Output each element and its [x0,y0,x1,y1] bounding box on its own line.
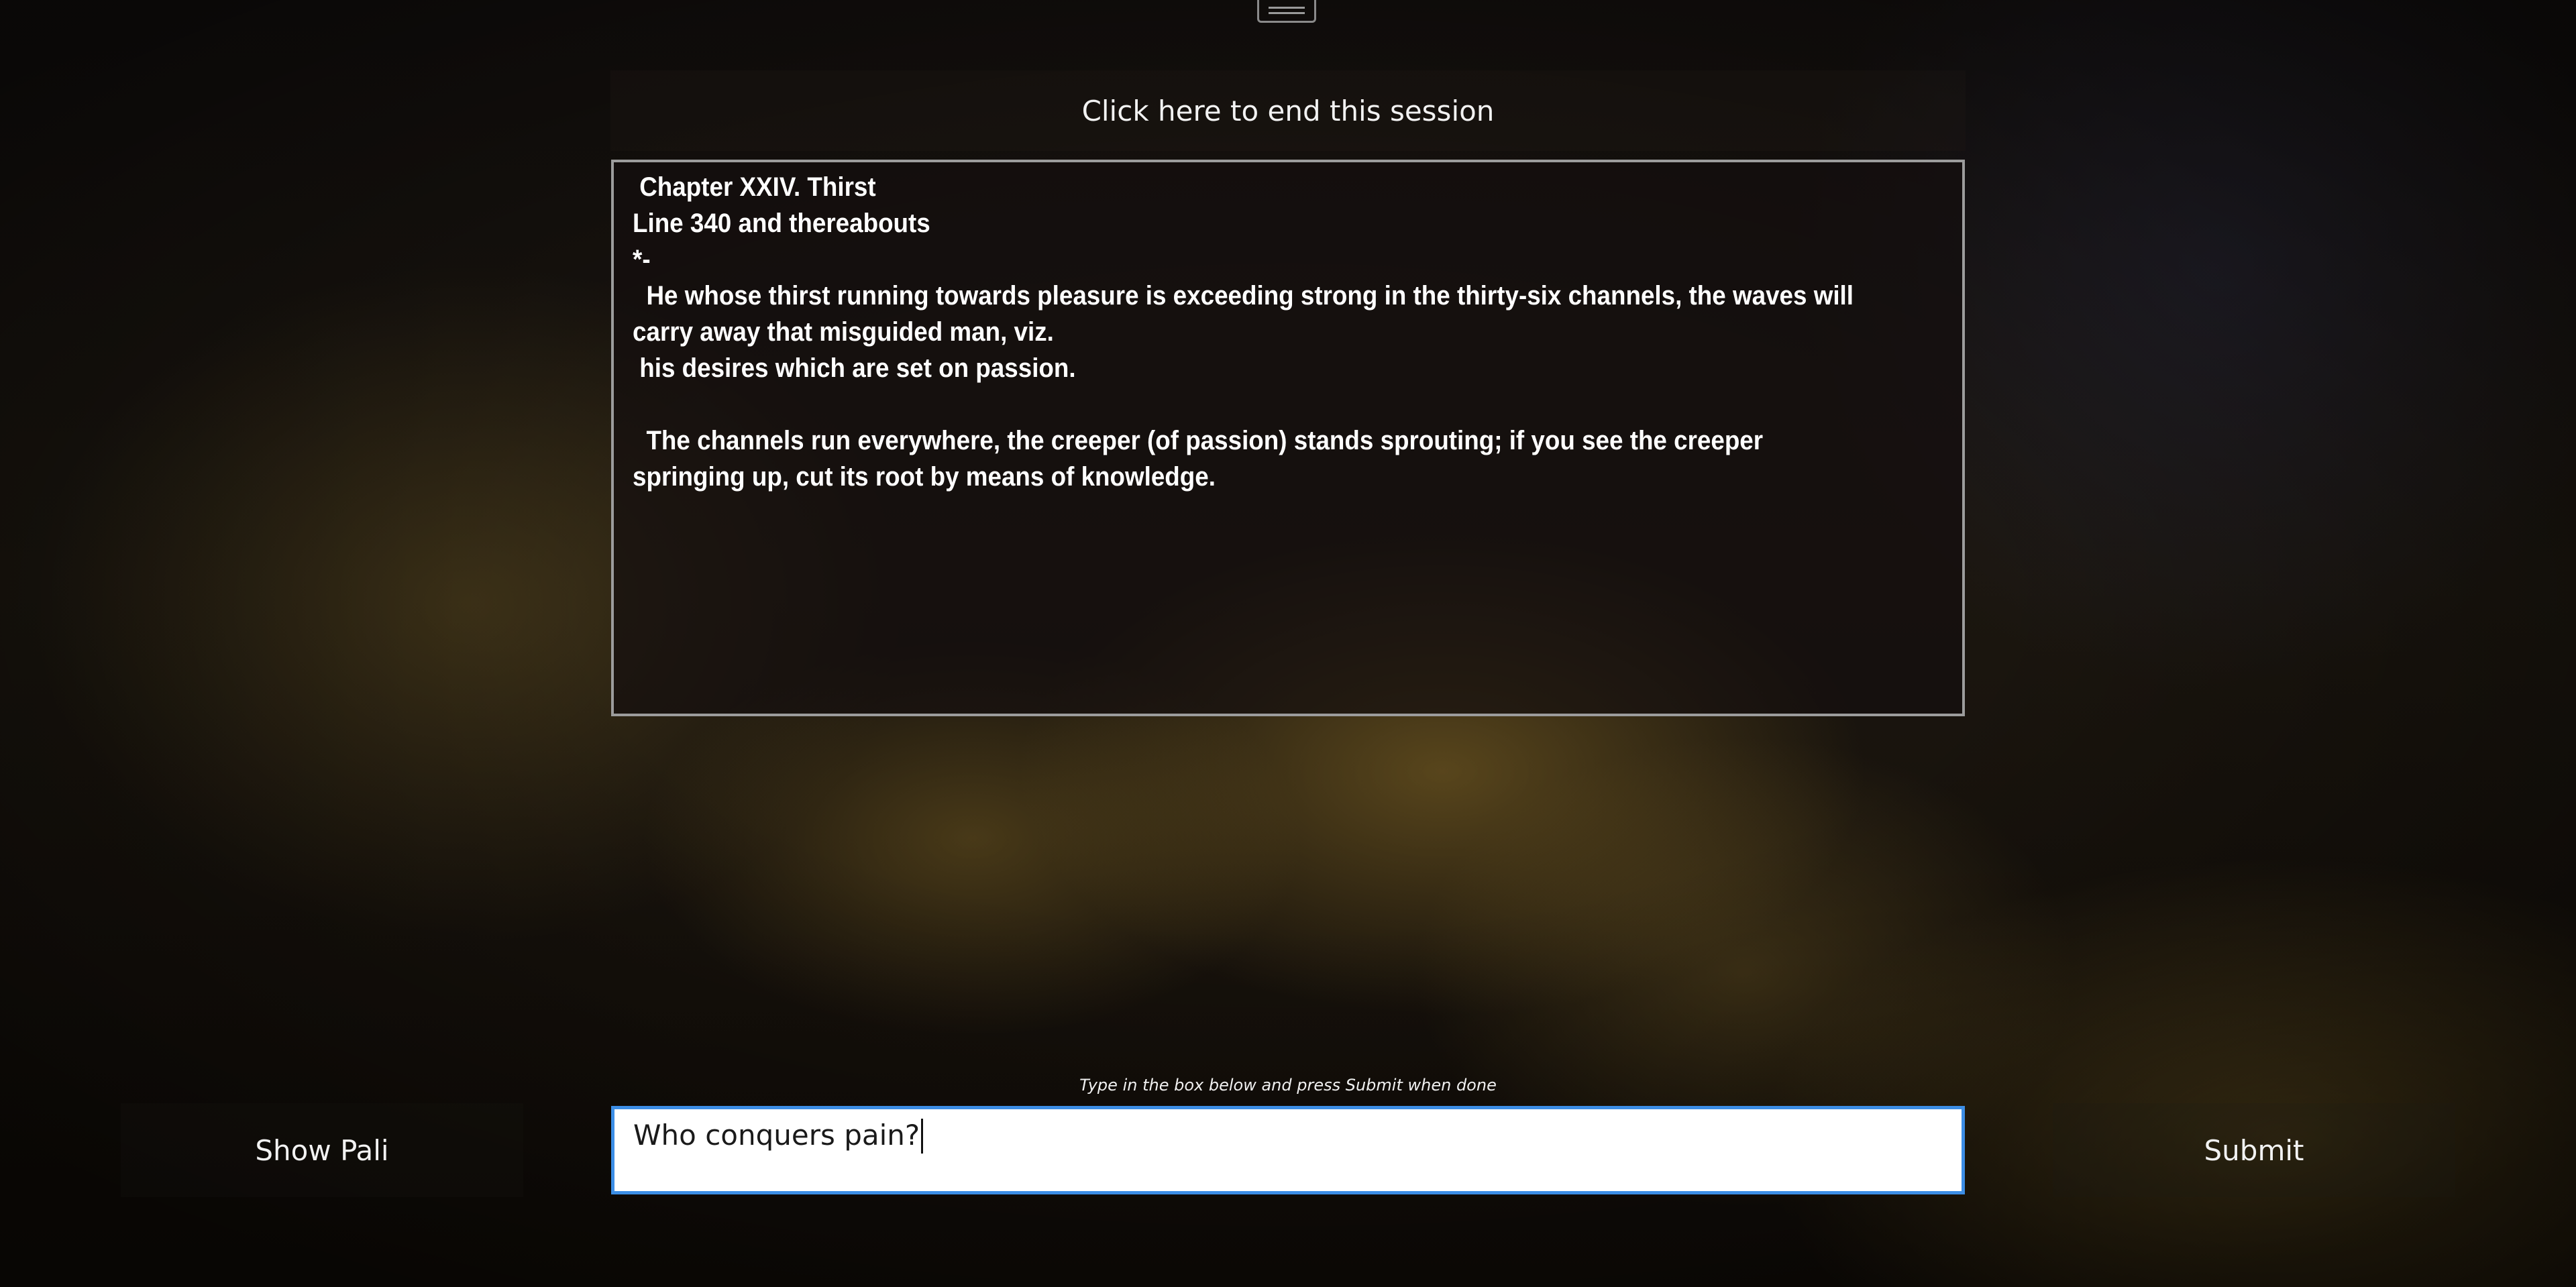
passage-line: carry away that misguided man, viz. [633,317,1054,347]
submit-button[interactable]: Submit [2053,1103,2455,1197]
passage-line: The channels run everywhere, the creeper… [633,426,1764,455]
passage-line: his desires which are set on passion. [633,353,1076,383]
passage-panel: Chapter XXIV. Thirst Line 340 and therea… [611,160,1965,716]
grip-line [1269,12,1305,14]
passage-line: He whose thirst running towards pleasure… [633,281,1854,311]
grip-line [1269,7,1305,9]
passage-line: Chapter XXIV. Thirst [633,172,876,202]
drag-handle-icon[interactable] [1257,0,1316,23]
answer-input[interactable]: Who conquers pain? [611,1106,1965,1194]
app-window: Click here to end this session Chapter X… [0,0,2576,1287]
input-hint: Type in the box below and press Submit w… [1079,1076,1497,1095]
end-session-button[interactable]: Click here to end this session [610,70,1966,151]
passage-line [633,386,1953,423]
answer-input-value[interactable]: Who conquers pain? [633,1119,920,1152]
show-pali-button[interactable]: Show Pali [121,1103,523,1197]
passage-line: springing up, cut its root by means of k… [633,462,1216,492]
passage-line: *- [633,245,651,274]
passage-line: Line 340 and thereabouts [633,209,930,238]
text-caret [921,1119,924,1154]
